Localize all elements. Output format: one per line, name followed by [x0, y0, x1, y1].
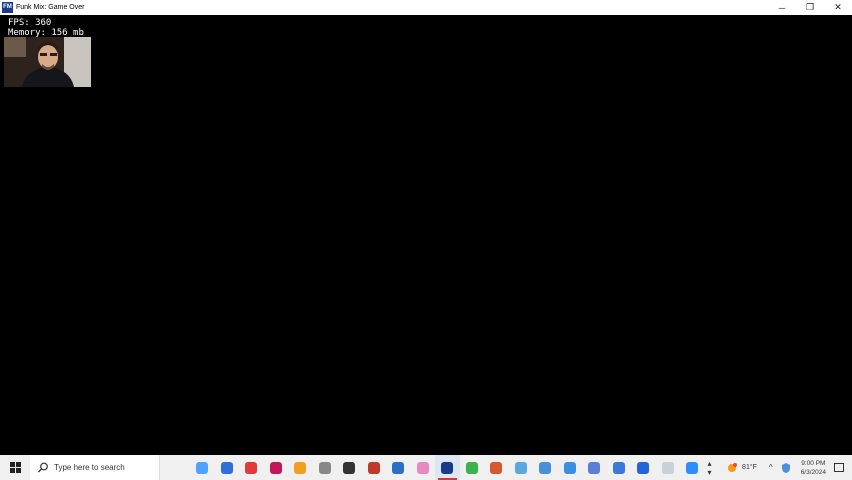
app-11-icon	[441, 461, 454, 474]
search-placeholder: Type here to search	[54, 463, 125, 472]
taskbar-app-3-button[interactable]	[239, 455, 264, 480]
app-21-icon	[686, 461, 699, 474]
search-icon	[38, 462, 48, 473]
taskbar-app-6-button[interactable]	[313, 455, 338, 480]
app-20-icon	[661, 461, 674, 474]
app-7-icon	[343, 461, 356, 474]
app-1-icon	[196, 461, 209, 474]
start-button[interactable]	[0, 455, 30, 480]
taskbar-app-17-button[interactable]	[582, 455, 607, 480]
fps-counter: FPS: 360	[8, 18, 52, 28]
taskbar-app-18-button[interactable]	[607, 455, 632, 480]
minimize-button[interactable]: ─	[768, 0, 796, 15]
pinned-apps	[190, 455, 705, 480]
clock-date: 6/3/2024	[800, 468, 826, 476]
taskbar-app-2-button[interactable]	[215, 455, 240, 480]
app-3-icon	[245, 461, 258, 474]
taskbar: Type here to search ▴ ▾ 81°F ^ 9:00 PM 6/…	[0, 455, 852, 480]
taskbar-app-21-button[interactable]	[680, 455, 705, 480]
weather-temp: 81°F	[742, 464, 757, 471]
app-16-icon	[563, 461, 576, 474]
taskbar-app-16-button[interactable]	[558, 455, 583, 480]
debug-overlay: FPS: 360 Memory: 156 mb	[8, 18, 84, 38]
webcam-person-image	[4, 37, 91, 87]
app-4-icon	[269, 461, 282, 474]
app-14-icon	[514, 461, 527, 474]
window-title: Funk Mix: Game Over	[16, 4, 85, 11]
taskbar-app-12-button[interactable]	[460, 455, 485, 480]
app-6-icon	[318, 461, 331, 474]
taskbar-app-15-button[interactable]	[533, 455, 558, 480]
clock-time: 9:00 PM	[801, 459, 826, 467]
weather-sun-icon	[728, 462, 738, 472]
app-8-icon	[367, 461, 380, 474]
app-13-icon	[490, 461, 503, 474]
taskbar-app-5-button[interactable]	[288, 455, 313, 480]
taskbar-app-1-button[interactable]	[190, 455, 215, 480]
app-17-icon	[588, 461, 601, 474]
taskbar-app-11-button[interactable]	[435, 455, 460, 480]
app-12-icon	[465, 461, 478, 474]
show-hidden-icons-chevron-icon[interactable]: ^	[769, 463, 773, 472]
close-button[interactable]: ✕	[824, 0, 852, 15]
clock[interactable]: 9:00 PM 6/3/2024	[801, 459, 826, 477]
taskbar-app-10-button[interactable]	[411, 455, 436, 480]
game-canvas[interactable]: FPS: 360 Memory: 156 mb	[0, 15, 852, 455]
app-18-icon	[612, 461, 625, 474]
windows-logo-icon	[9, 462, 21, 473]
system-tray: 81°F ^ 9:00 PM 6/3/2024	[726, 455, 852, 480]
app-5-icon	[294, 461, 307, 474]
title-bar: FM Funk Mix: Game Over ─ ❐ ✕	[0, 0, 852, 15]
app-10-icon	[416, 461, 429, 474]
app-9-icon	[392, 461, 405, 474]
restore-button[interactable]: ❐	[796, 0, 824, 15]
taskbar-app-20-button[interactable]	[656, 455, 681, 480]
taskbar-app-13-button[interactable]	[484, 455, 509, 480]
webcam-feed	[4, 37, 91, 87]
taskbar-app-4-button[interactable]	[264, 455, 289, 480]
taskbar-app-14-button[interactable]	[509, 455, 534, 480]
taskbar-app-7-button[interactable]	[337, 455, 362, 480]
security-shield-icon[interactable]	[781, 462, 791, 473]
taskbar-app-8-button[interactable]	[362, 455, 387, 480]
taskbar-app-9-button[interactable]	[386, 455, 411, 480]
taskbar-search[interactable]: Type here to search	[30, 455, 160, 480]
weather-widget[interactable]: 81°F	[726, 462, 757, 474]
app-19-icon	[637, 461, 650, 474]
app-2-icon	[220, 461, 233, 474]
app-15-icon	[539, 461, 552, 474]
taskbar-app-19-button[interactable]	[631, 455, 656, 480]
notification-center-icon[interactable]	[834, 463, 844, 472]
app-logo-icon: FM	[2, 2, 13, 13]
taskbar-overflow-chevron-icon[interactable]: ▴ ▾	[705, 459, 715, 477]
window-controls: ─ ❐ ✕	[768, 0, 852, 15]
